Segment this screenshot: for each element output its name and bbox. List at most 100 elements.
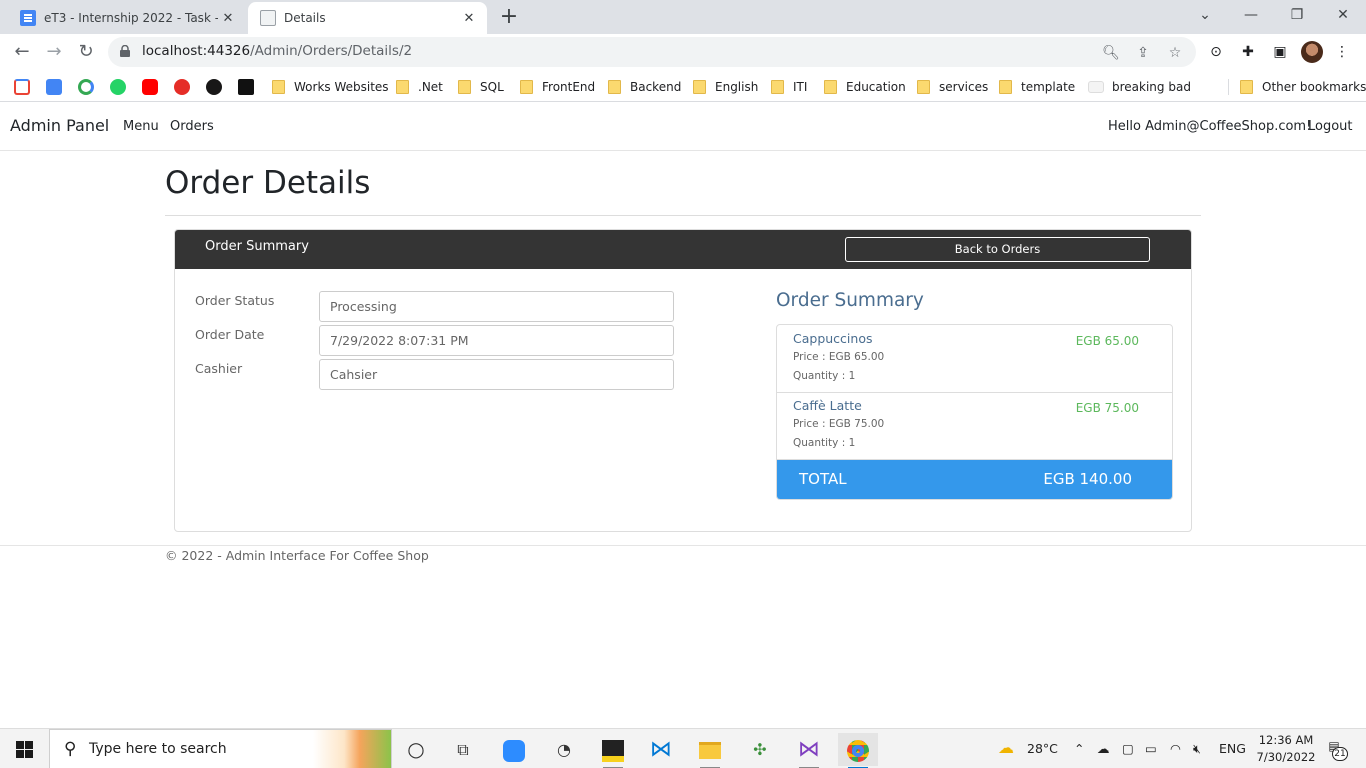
notification-icon[interactable]: ▤ 21 xyxy=(1324,739,1348,761)
bookmark-sql[interactable]: SQL xyxy=(458,76,504,98)
language-indicator[interactable]: ENG xyxy=(1219,741,1246,756)
bookmark-star-icon[interactable]: ☆ xyxy=(1166,44,1184,62)
sticky-notes-icon[interactable] xyxy=(593,733,633,768)
footer-divider xyxy=(0,545,1366,546)
bookmark-label: .Net xyxy=(418,80,443,94)
close-window-button[interactable]: ✕ xyxy=(1320,0,1366,30)
taskbar-search-box[interactable]: ⚲ Type here to search xyxy=(49,729,392,768)
app-icon[interactable]: ✣ xyxy=(740,733,780,766)
order-status-label: Order Status xyxy=(195,293,275,308)
bookmark-label: Other bookmarks xyxy=(1262,80,1366,94)
item-price: Price : EGB 75.00 xyxy=(793,418,885,430)
weather-temperature[interactable]: 28°C xyxy=(1027,741,1058,756)
bookmark-label: FrontEnd xyxy=(542,80,596,94)
show-hidden-icons-icon[interactable]: ⌃ xyxy=(1074,741,1084,756)
whatsapp-icon[interactable] xyxy=(110,79,126,95)
item-name: Caffè Latte xyxy=(793,398,862,413)
notification-count: 21 xyxy=(1332,747,1348,761)
bookmark-template[interactable]: template xyxy=(999,76,1075,98)
music-icon[interactable] xyxy=(174,79,190,95)
nav-menu-link[interactable]: Menu xyxy=(123,119,159,134)
github-icon[interactable] xyxy=(206,79,222,95)
folder-icon xyxy=(771,80,784,94)
volume-muted-icon[interactable]: 🔇︎ xyxy=(1193,741,1201,757)
bookmark-education[interactable]: Education xyxy=(824,76,906,98)
cashier-label: Cashier xyxy=(195,361,243,376)
bookmark-services[interactable]: services xyxy=(917,76,988,98)
bookmark-frontend[interactable]: FrontEnd xyxy=(520,76,595,98)
meet-icon[interactable]: ▢ xyxy=(1122,741,1134,756)
forward-arrow-icon[interactable]: → xyxy=(40,38,68,66)
extension-icon[interactable]: ⊙ xyxy=(1206,42,1226,62)
youtube-icon[interactable] xyxy=(142,79,158,95)
wifi-icon[interactable]: ◠ xyxy=(1170,741,1181,756)
translate-icon[interactable] xyxy=(46,79,62,95)
onedrive-icon[interactable]: ☁ xyxy=(1097,741,1110,756)
profile-avatar[interactable] xyxy=(1301,41,1323,63)
tab-search-chevron-icon[interactable]: ⌄ xyxy=(1182,0,1228,30)
share-icon[interactable]: ⇪ xyxy=(1134,44,1152,62)
bookmark-other[interactable]: Other bookmarks xyxy=(1240,76,1366,98)
search-icon: ⚲ xyxy=(64,739,77,759)
new-tab-button[interactable]: + xyxy=(497,6,521,30)
cortana-icon[interactable]: ○ xyxy=(396,733,436,766)
folder-icon xyxy=(396,80,409,94)
logout-link[interactable]: Logout xyxy=(1308,119,1353,134)
reload-icon[interactable]: ↻ xyxy=(72,38,100,66)
tab-details[interactable]: Details ✕ xyxy=(248,2,487,34)
folder-icon xyxy=(520,80,533,94)
bookmark-backend[interactable]: Backend xyxy=(608,76,681,98)
gmail-icon[interactable] xyxy=(14,79,30,95)
footer-text: © 2022 - Admin Interface For Coffee Shop xyxy=(165,548,429,563)
browser-toolbar: ← → ↻ localhost:44326/Admin/Orders/Detai… xyxy=(0,34,1366,71)
taskbar-clock[interactable]: 12:36 AM 7/30/2022 xyxy=(1256,732,1316,766)
bookmark-works-websites[interactable]: Works Websites xyxy=(272,76,389,98)
cashier-field[interactable]: Cahsier xyxy=(319,359,674,390)
clock-time: 12:36 AM xyxy=(1258,733,1314,747)
title-divider xyxy=(165,215,1201,216)
user-greeting[interactable]: Hello Admin@CoffeeShop.com! xyxy=(1108,119,1311,134)
google-docs-icon xyxy=(20,10,36,26)
summary-list: Cappuccinos Price : EGB 65.00 Quantity :… xyxy=(776,324,1173,500)
menu-dots-icon[interactable]: ⋮ xyxy=(1332,42,1352,62)
vscode-icon[interactable]: ⋈ xyxy=(641,733,681,766)
bookmark-iti[interactable]: ITI xyxy=(771,76,807,98)
nav-orders-link[interactable]: Orders xyxy=(170,119,214,134)
minimize-button[interactable]: — xyxy=(1228,0,1274,30)
url-host: localhost:44326 xyxy=(142,43,251,59)
google-icon[interactable] xyxy=(78,79,94,95)
zoom-icon[interactable]: 🔍︎ xyxy=(1102,44,1120,62)
visual-studio-icon[interactable]: ⋈ xyxy=(789,733,829,768)
close-tab-icon[interactable]: ✕ xyxy=(218,11,238,26)
address-bar[interactable]: localhost:44326/Admin/Orders/Details/2 🔍… xyxy=(108,37,1196,67)
close-tab-icon[interactable]: ✕ xyxy=(459,11,479,26)
puzzle-icon[interactable]: ✚ xyxy=(1238,42,1258,62)
chrome-icon[interactable] xyxy=(838,733,878,768)
file-explorer-icon[interactable] xyxy=(690,733,730,768)
task-view-icon[interactable]: ⧉ xyxy=(443,733,483,766)
bookmark-english[interactable]: English xyxy=(693,76,758,98)
item-amount: EGB 75.00 xyxy=(1075,401,1139,415)
windows-start-icon[interactable] xyxy=(16,741,33,758)
tab-internship-doc[interactable]: eT3 - Internship 2022 - Task - Go ✕ xyxy=(8,2,246,34)
browser-tab-strip: eT3 - Internship 2022 - Task - Go ✕ Deta… xyxy=(0,0,1366,34)
total-row: TOTAL EGB 140.00 xyxy=(777,460,1172,499)
brand-link[interactable]: Admin Panel xyxy=(10,116,109,135)
summary-title: Order Summary xyxy=(776,290,924,311)
clock-app-icon[interactable]: ◔ xyxy=(544,733,584,766)
order-status-field[interactable]: Processing xyxy=(319,291,674,322)
bookmark-breaking-bad[interactable]: breaking bad xyxy=(1088,76,1191,98)
site-icon[interactable] xyxy=(238,79,254,95)
back-to-orders-button[interactable]: Back to Orders xyxy=(845,237,1150,262)
card-header: Order Summary Back to Orders xyxy=(175,230,1191,269)
zoom-app-icon[interactable] xyxy=(494,733,534,766)
side-panel-icon[interactable]: ▣ xyxy=(1270,42,1290,62)
back-arrow-icon[interactable]: ← xyxy=(8,38,36,66)
battery-icon[interactable]: ▭ xyxy=(1145,741,1157,756)
lock-icon xyxy=(120,45,130,57)
restore-button[interactable]: ❐ xyxy=(1274,0,1320,30)
list-item: Cappuccinos Price : EGB 65.00 Quantity :… xyxy=(777,325,1172,393)
weather-icon[interactable]: ☁ xyxy=(998,738,1014,757)
order-date-field[interactable]: 7/29/2022 8:07:31 PM xyxy=(319,325,674,356)
bookmark-net[interactable]: .Net xyxy=(396,76,443,98)
